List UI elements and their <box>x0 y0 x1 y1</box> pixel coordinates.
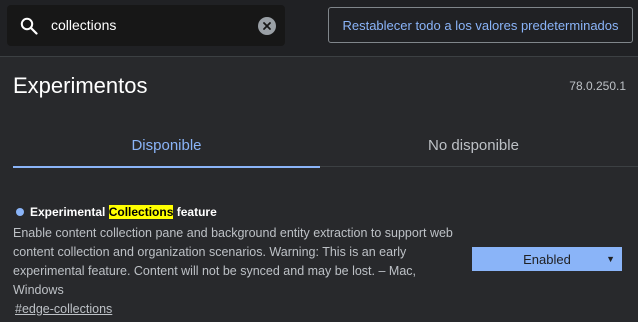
flags-page: Restablecer todo a los valores predeterm… <box>0 0 638 322</box>
tab-selected-indicator <box>13 166 320 168</box>
experiment-permalink[interactable]: #edge-collections <box>15 302 112 316</box>
version-label: 78.0.250.1 <box>569 79 626 93</box>
tabs-divider <box>320 166 638 167</box>
top-bar: Restablecer todo a los valores predeterm… <box>0 0 638 56</box>
experiment-title: Experimental Collections feature <box>30 205 217 219</box>
clear-search-button[interactable] <box>258 17 276 35</box>
clear-icon <box>263 22 271 30</box>
search-box[interactable] <box>7 5 285 46</box>
tab-unavailable[interactable]: No disponible <box>320 123 627 167</box>
search-input[interactable] <box>51 14 251 36</box>
dropdown-arrow-icon: ▼ <box>606 254 615 264</box>
tab-available[interactable]: Disponible <box>13 123 320 167</box>
experiment-description: Enable content collection pane and backg… <box>13 226 453 297</box>
select-value: Enabled <box>523 251 571 267</box>
page-title: Experimentos <box>13 73 148 98</box>
experiment-item: Experimental Collections feature Enable … <box>13 202 473 318</box>
reset-all-button[interactable]: Restablecer todo a los valores predeterm… <box>328 7 633 43</box>
search-icon <box>20 17 38 35</box>
status-dot-icon <box>16 208 24 216</box>
experiment-title-row: Experimental Collections feature <box>13 202 473 222</box>
experiment-state-select[interactable]: Enabled ▼ <box>472 247 622 271</box>
search-match-highlight: Collections <box>108 205 174 219</box>
experiment-title-prefix: Experimental <box>30 205 109 219</box>
header-divider <box>0 56 638 57</box>
experiment-title-suffix: feature <box>173 205 217 219</box>
